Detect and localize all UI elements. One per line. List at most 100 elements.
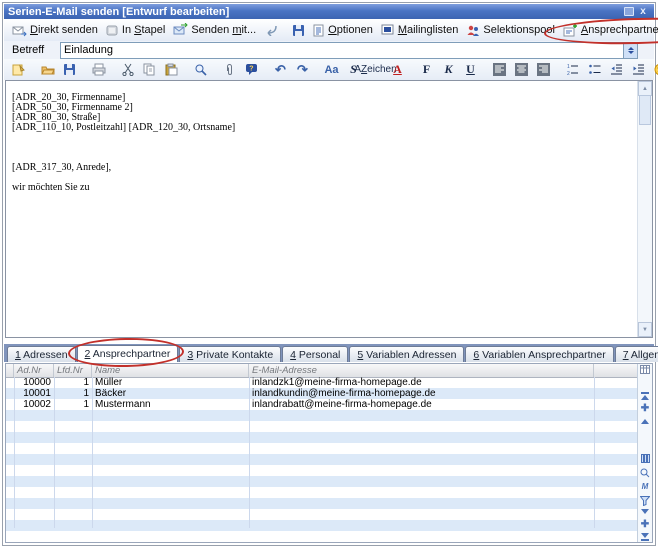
mailing-lists-icon [381, 24, 395, 36]
mailinglisten-button[interactable]: Mailinglisten [377, 23, 463, 37]
outdent-icon [610, 63, 623, 76]
selektionspool-button[interactable]: Selektionspool [462, 23, 559, 38]
body-line: [ADR_317_30, Anrede], [12, 163, 630, 173]
tab-personal[interactable]: 4 Personal [282, 346, 348, 362]
bold-button[interactable]: F [416, 61, 437, 78]
window-square-icon [624, 7, 634, 16]
filter-button[interactable] [639, 495, 651, 506]
table-row[interactable]: 10000 1 Müller inlandzk1@meine-firma-hom… [6, 377, 638, 388]
row-gutter [6, 399, 14, 410]
numbered-list-button[interactable]: 12 [562, 61, 583, 78]
reply-arrow-button[interactable] [260, 23, 282, 37]
search-button[interactable] [190, 61, 211, 78]
undo-button[interactable]: ↶ [270, 61, 291, 78]
char-format-button[interactable]: A Zeichen [365, 61, 386, 78]
attach-button[interactable] [219, 61, 240, 78]
emoticon-button[interactable] [650, 61, 658, 78]
window-title: Serien-E-Mail senden [Entwurf bearbeiten… [8, 6, 229, 18]
last-bar-icon [641, 539, 649, 541]
window-menu-button[interactable] [622, 6, 636, 18]
direkt-senden-button[interactable]: Direkt senden [8, 23, 102, 38]
record-up-button[interactable]: ✚ [639, 403, 651, 414]
message-body-editor[interactable]: [ADR_20_30, Firmenname] [ADR_50_30, Firm… [5, 80, 653, 338]
column-line [92, 377, 93, 528]
tab-variablen-ansprechpartner[interactable]: 6 Variablen Ansprechpartner [465, 346, 613, 362]
optionen-button[interactable]: Optionen [309, 23, 377, 38]
scroll-thumb[interactable] [639, 95, 651, 125]
next-arrow-icon [641, 509, 649, 514]
font-button[interactable]: Aa [321, 61, 342, 78]
print-button[interactable] [88, 61, 109, 78]
tab-adressen[interactable]: 1 Adressen [7, 346, 76, 362]
column-chooser-button[interactable] [639, 365, 651, 374]
underline-button[interactable]: U [460, 61, 481, 78]
format-button[interactable]: M [639, 481, 651, 492]
column-line [54, 377, 55, 528]
italic-button[interactable]: K [438, 61, 459, 78]
column-header-lfdnr[interactable]: Lfd.Nr [54, 364, 92, 377]
column-header-adnr[interactable]: Ad.Nr [14, 364, 54, 377]
column-line [249, 377, 250, 528]
ansprechpartner-hinzufuegen-button[interactable]: Ansprechpartner hinzufügen [559, 23, 658, 38]
tab-variablen-adressen[interactable]: 5 Variablen Adressen [349, 346, 464, 362]
recipient-table: Ad.Nr Lfd.Nr Name E-Mail-Adresse 10000 1… [5, 363, 653, 543]
row-gutter [6, 377, 14, 388]
body-line: [ADR_110_10, Postleitzahl] [ADR_120_30, … [12, 123, 630, 133]
senden-mit-button[interactable]: Senden mit... [169, 22, 260, 38]
next-record-button[interactable] [639, 506, 651, 517]
table-row[interactable]: 10001 1 Bäcker inlandkundin@meine-firma-… [6, 388, 638, 399]
in-stapel-button[interactable]: In Stapel [102, 23, 169, 38]
align-left-button[interactable] [489, 61, 510, 78]
last-record-button[interactable] [639, 532, 651, 543]
main-toolbar: Direkt senden In Stapel Senden mit... Op… [4, 19, 654, 42]
align-center-button[interactable] [511, 61, 532, 78]
column-header-empty [594, 364, 638, 377]
outdent-button[interactable] [606, 61, 627, 78]
subject-input[interactable]: Einladung [60, 42, 638, 59]
print-icon [92, 63, 106, 76]
tab-private-kontakte[interactable]: 3 Private Kontakte [179, 346, 281, 362]
columns-button[interactable] [639, 453, 651, 464]
cell-name: Müller [92, 377, 249, 388]
record-down-button[interactable]: ✚ [639, 519, 651, 530]
tab-allgemeine-variablen[interactable]: 7 Allgemeine Variablen [615, 346, 658, 362]
save-file-button[interactable] [59, 61, 80, 78]
spinner-up-icon [628, 47, 634, 50]
font-color-button[interactable]: A [387, 61, 408, 78]
cell-email: inlandkundin@meine-firma-homepage.de [249, 388, 594, 399]
indent-button[interactable] [628, 61, 649, 78]
numbered-list-icon: 12 [566, 63, 579, 76]
cut-button[interactable] [117, 61, 138, 78]
cell-name: Bäcker [92, 388, 249, 399]
translate-help-button[interactable]: ? [241, 61, 262, 78]
table-row[interactable]: 10002 1 Mustermann inlandrabatt@meine-fi… [6, 399, 638, 410]
column-header-name[interactable]: Name [92, 364, 249, 377]
cell-empty [594, 388, 638, 399]
align-right-button[interactable] [533, 61, 554, 78]
scroll-down-icon[interactable]: ▼ [638, 322, 652, 337]
cell-email: inlandzk1@meine-firma-homepage.de [249, 377, 594, 388]
save-button[interactable] [288, 23, 309, 38]
subject-dropdown-button[interactable] [623, 43, 637, 58]
tab-ansprechpartner[interactable]: 2 Ansprechpartner [77, 345, 179, 362]
table-search-button[interactable] [639, 467, 651, 478]
copy-button[interactable] [139, 61, 160, 78]
optionen-label: Optionen [328, 24, 373, 36]
editor-scrollbar[interactable]: ▲ ▼ [637, 81, 652, 337]
new-note-button[interactable] [8, 61, 29, 78]
close-button[interactable]: x [636, 6, 650, 18]
spinner-down-icon [628, 51, 634, 54]
cell-lfdnr: 1 [54, 377, 92, 388]
title-bar[interactable]: Serien-E-Mail senden [Entwurf bearbeiten… [4, 4, 654, 19]
open-button[interactable] [37, 61, 58, 78]
previous-record-button[interactable] [639, 416, 651, 427]
cell-adnr: 10000 [14, 377, 54, 388]
column-header-email[interactable]: E-Mail-Adresse [249, 364, 594, 377]
paste-button[interactable] [161, 61, 182, 78]
bullet-list-button[interactable] [584, 61, 605, 78]
first-record-button[interactable] [639, 390, 651, 401]
table-nav-strip: ✚ M ✚ [637, 364, 652, 542]
scroll-up-icon[interactable]: ▲ [638, 81, 652, 96]
redo-button[interactable]: ↷ [292, 61, 313, 78]
table-header: Ad.Nr Lfd.Nr Name E-Mail-Adresse [6, 364, 638, 378]
